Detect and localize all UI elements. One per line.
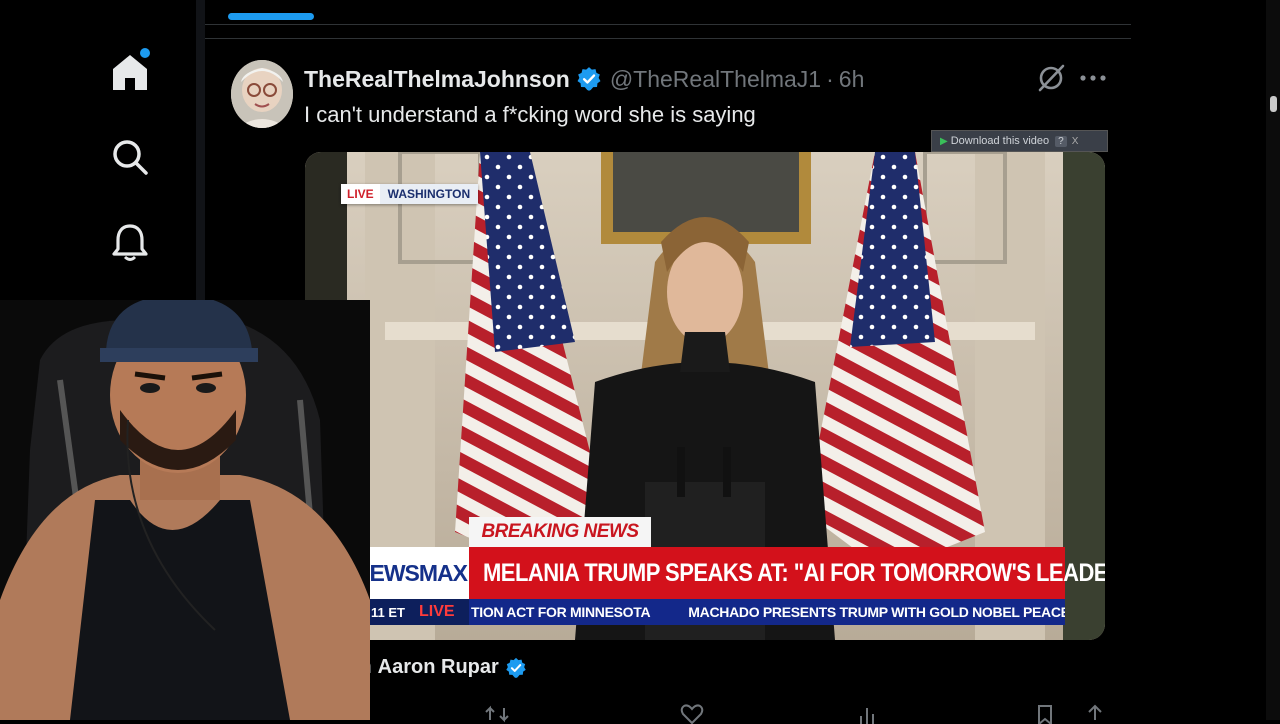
download-close-button[interactable]: X xyxy=(1072,136,1079,147)
download-video-bar[interactable]: ▶ Download this video ? X xyxy=(931,130,1108,152)
tweet-video[interactable]: LIVE WASHINGTON BREAKING NEWS EWSMAX MEL… xyxy=(305,152,1105,640)
retweet-button[interactable] xyxy=(485,704,509,724)
download-help-button[interactable]: ? xyxy=(1055,135,1067,147)
x-logo-icon[interactable] xyxy=(110,0,150,6)
tweet-timestamp[interactable]: 6h xyxy=(839,66,865,93)
tweet-actions xyxy=(345,704,1125,724)
news-headline: MELANIA TRUMP SPEAKS AT: "AI FOR TOMORRO… xyxy=(483,558,1105,587)
like-button[interactable] xyxy=(680,704,704,724)
author-name[interactable]: TheRealThelmaJohnson xyxy=(304,66,570,93)
quoted-author[interactable]: m Aaron Rupar xyxy=(355,656,527,679)
share-button[interactable] xyxy=(1085,704,1105,724)
views-icon xyxy=(860,708,874,724)
verified-badge-icon xyxy=(505,657,527,679)
tweet-header: TheRealThelmaJohnson @TheRealThelmaJ1 · … xyxy=(304,64,864,94)
network-logo-box: EWSMAX xyxy=(369,547,469,599)
home-icon xyxy=(113,55,147,90)
timeline-tabbar[interactable] xyxy=(205,0,1131,25)
webcam-overlay xyxy=(0,300,370,720)
author-avatar[interactable] xyxy=(231,60,293,128)
network-logo: EWSMAX xyxy=(369,559,468,586)
bookmark-icon xyxy=(1038,705,1052,724)
sidebar-item-notifications[interactable] xyxy=(108,220,152,264)
ticker-live: LIVE xyxy=(418,603,455,620)
share-icon xyxy=(1088,704,1102,720)
location-label: WASHINGTON xyxy=(379,184,479,204)
webcam-image xyxy=(0,300,370,720)
live-label: LIVE xyxy=(341,184,380,204)
grok-icon[interactable] xyxy=(1035,62,1067,94)
views-button[interactable] xyxy=(857,704,881,724)
sidebar-item-home[interactable] xyxy=(108,48,152,94)
avatar-image xyxy=(231,60,293,128)
ticker-left-box: 11 ET LIVE xyxy=(369,599,469,625)
headline-bar: MELANIA TRUMP SPEAKS AT: "AI FOR TOMORRO… xyxy=(469,547,1105,599)
divider xyxy=(205,38,1131,39)
active-tab-indicator xyxy=(228,13,314,20)
more-options-icon[interactable] xyxy=(1077,62,1109,94)
author-handle[interactable]: @TheRealThelmaJ1 xyxy=(610,66,821,93)
play-icon: ▶ xyxy=(940,135,948,147)
right-column xyxy=(1131,0,1280,720)
bookmark-button[interactable] xyxy=(1035,704,1055,724)
meta-separator: · xyxy=(826,65,834,92)
verified-badge-icon xyxy=(576,66,602,92)
breaking-news-label: BREAKING NEWS xyxy=(469,517,651,547)
sidebar-item-explore[interactable] xyxy=(108,135,152,179)
ticker-item: TION ACT FOR MINNESOTA xyxy=(471,604,651,620)
ticker-time: 11 ET xyxy=(371,604,405,620)
home-notification-dot xyxy=(140,48,150,58)
live-location-tag: LIVE WASHINGTON xyxy=(341,184,479,204)
quoted-author-name[interactable]: Aaron Rupar xyxy=(378,656,499,679)
bell-icon xyxy=(112,224,148,261)
tweet-text: I can't understand a f*cking word she is… xyxy=(304,102,756,127)
heart-icon xyxy=(680,704,704,724)
scrollbar-thumb[interactable] xyxy=(1270,96,1277,112)
search-icon xyxy=(113,140,148,175)
download-video-label[interactable]: Download this video xyxy=(951,135,1049,147)
news-ticker: TION ACT FOR MINNESOTA MACHADO PRESENTS … xyxy=(469,599,1065,625)
retweet-icon xyxy=(485,705,509,723)
ticker-item: MACHADO PRESENTS TRUMP WITH GOLD NOBEL P… xyxy=(688,604,1065,620)
